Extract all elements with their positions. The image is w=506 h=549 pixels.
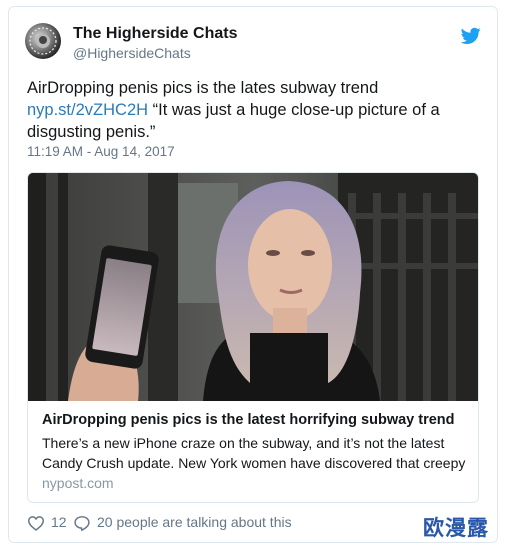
tweet-timestamp[interactable]: 11:19 AM - Aug 14, 2017: [27, 144, 175, 159]
reply-icon[interactable]: [73, 515, 91, 531]
card-description: There’s a new iPhone craze on the subway…: [42, 435, 466, 471]
watermark: 欧漫露: [423, 516, 489, 540]
tweet-link[interactable]: nyp.st/2vZHC2H: [27, 101, 148, 119]
user-handle[interactable]: @HighersideChats: [73, 45, 191, 61]
tweet-text-start: AirDropping penis pics is the lates subw…: [27, 79, 379, 97]
card-title[interactable]: AirDropping penis pics is the latest hor…: [42, 412, 455, 428]
link-preview-card[interactable]: AirDropping penis pics is the latest hor…: [27, 172, 479, 503]
display-name[interactable]: The Higherside Chats: [73, 25, 237, 43]
tweet-text: AirDropping penis pics is the lates subw…: [27, 77, 482, 143]
tweet-card: The Higherside Chats @HighersideChats Ai…: [8, 6, 498, 543]
like-count: 12: [51, 514, 67, 530]
article-photo[interactable]: [28, 173, 479, 401]
heart-icon[interactable]: [27, 515, 45, 531]
card-domain: nypost.com: [42, 475, 114, 491]
talking-about-link[interactable]: 20 people are talking about this: [97, 514, 292, 530]
avatar[interactable]: [25, 23, 61, 59]
twitter-bird-icon[interactable]: [461, 27, 481, 45]
